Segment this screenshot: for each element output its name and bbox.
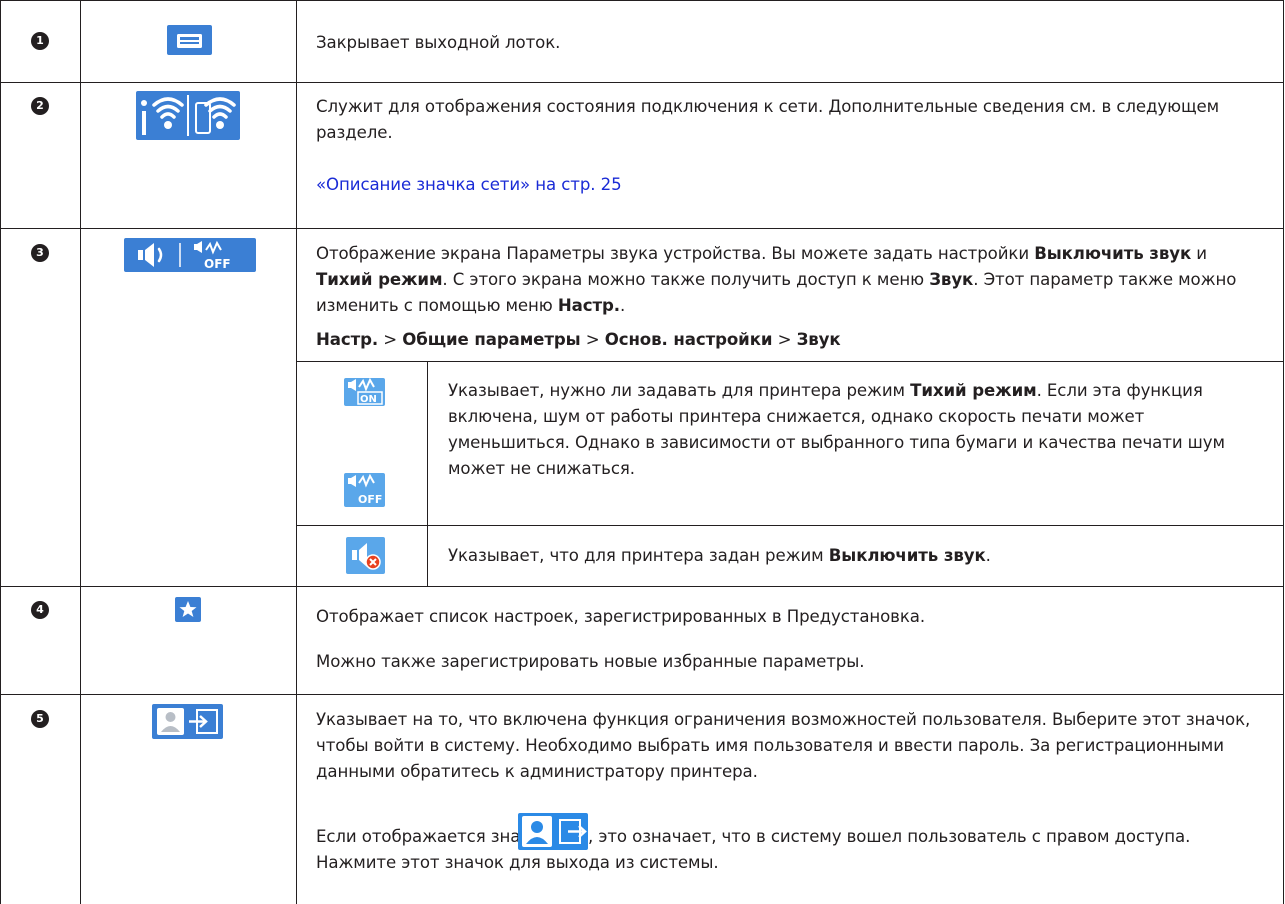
output-tray-icon [167, 25, 212, 55]
row-number-badge: 3 [31, 244, 49, 262]
star-preset-icon [175, 597, 201, 622]
row-number-badge: 2 [31, 97, 49, 115]
sound-icon: OFF [124, 238, 256, 272]
row3-description: Отображение экрана Параметры звука устро… [316, 244, 1237, 315]
user-login-icon [152, 704, 223, 739]
mute-description: Указывает, что для принтера задан режим … [448, 546, 991, 565]
mute-icon [346, 537, 385, 574]
quiet-mode-off-icon: OFF [344, 473, 385, 507]
wifi-status-icon [136, 91, 240, 140]
row5-description-extra: , это означает, что в систему вошел поль… [316, 827, 1191, 872]
row4-description: Отображает список настроек, зарегистриро… [316, 607, 926, 626]
network-icon-link[interactable]: «Описание значка сети» на стр. 25 [316, 172, 622, 198]
quiet-mode-on-icon: ON [344, 378, 385, 406]
row2-description: Служит для отображения состояния подключ… [316, 97, 1220, 142]
settings-menu-path: Настр. > Общие параметры > Основ. настро… [316, 330, 841, 349]
quiet-mode-description: Указывает, нужно ли задавать для принтер… [448, 381, 1225, 478]
svg-text:OFF: OFF [204, 257, 231, 271]
svg-text:OFF: OFF [358, 493, 382, 506]
row1-description: Закрывает выходной лоток. [316, 33, 561, 52]
row-number-badge: 5 [31, 710, 49, 728]
svg-text:ON: ON [360, 394, 377, 405]
row5-description: Указывает на то, что включена функция ог… [316, 710, 1251, 781]
row4-description-extra: Можно также зарегистрировать новые избра… [316, 652, 865, 671]
row-number-badge: 1 [31, 32, 49, 50]
row-number-badge: 4 [31, 601, 49, 619]
